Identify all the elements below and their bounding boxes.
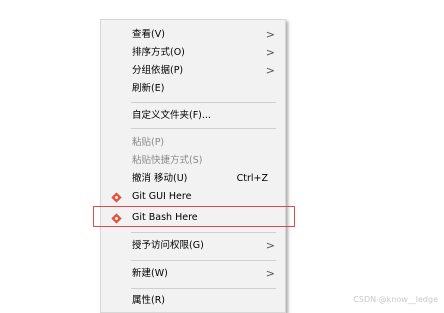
menu-item-label: 粘贴快捷方式(S) (132, 155, 203, 166)
menu-item-label: 自定义文件夹(F)... (132, 110, 211, 121)
menu-item-give-access[interactable]: 授予访问权限(G) > (101, 237, 285, 255)
menu-item-new[interactable]: 新建(W) > (101, 265, 285, 283)
menu-item-label: 属性(R) (132, 295, 166, 306)
git-icon (111, 192, 122, 203)
menu-item-label: Git GUI Here (132, 191, 192, 202)
watermark: CSDN @know__ledge (353, 295, 438, 304)
menu-item-view[interactable]: 查看(V) > (101, 26, 285, 44)
highlight-box (93, 206, 295, 227)
menu-item-git-gui-here[interactable]: Git GUI Here (101, 188, 285, 206)
menu-separator (131, 232, 276, 233)
menu-item-label: 刷新(E) (132, 83, 165, 94)
menu-separator (131, 288, 276, 289)
menu-item-group-by[interactable]: 分组依据(P) > (101, 62, 285, 80)
menu-item-label: 撤消 移动(U) (132, 173, 188, 184)
context-menu: 查看(V) > 排序方式(O) > 分组依据(P) > 刷新(E) 自定义文件夹… (100, 19, 286, 313)
menu-separator (131, 102, 276, 103)
menu-item-properties[interactable]: 属性(R) (101, 292, 285, 310)
menu-item-customize-folder[interactable]: 自定义文件夹(F)... (101, 107, 285, 125)
menu-item-shortcut: Ctrl+Z (236, 173, 268, 184)
menu-separator (131, 128, 276, 129)
menu-item-label: 授予访问权限(G) (132, 240, 204, 251)
menu-item-label: 粘贴(P) (132, 137, 165, 148)
menu-item-label: 排序方式(O) (132, 47, 185, 58)
submenu-arrow-icon: > (265, 28, 275, 41)
menu-item-sort-by[interactable]: 排序方式(O) > (101, 44, 285, 62)
submenu-arrow-icon: > (265, 267, 275, 280)
menu-item-undo-move[interactable]: 撤消 移动(U) Ctrl+Z (101, 170, 285, 188)
menu-item-paste-shortcut[interactable]: 粘贴快捷方式(S) (101, 152, 285, 170)
submenu-arrow-icon: > (265, 239, 275, 252)
menu-item-label: 新建(W) (132, 268, 168, 279)
menu-item-label: 查看(V) (132, 29, 165, 40)
menu-separator (131, 260, 276, 261)
menu-item-label: 分组依据(P) (132, 65, 184, 76)
submenu-arrow-icon: > (265, 46, 275, 59)
submenu-arrow-icon: > (265, 64, 275, 77)
menu-item-refresh[interactable]: 刷新(E) (101, 80, 285, 98)
menu-item-paste[interactable]: 粘贴(P) (101, 134, 285, 152)
